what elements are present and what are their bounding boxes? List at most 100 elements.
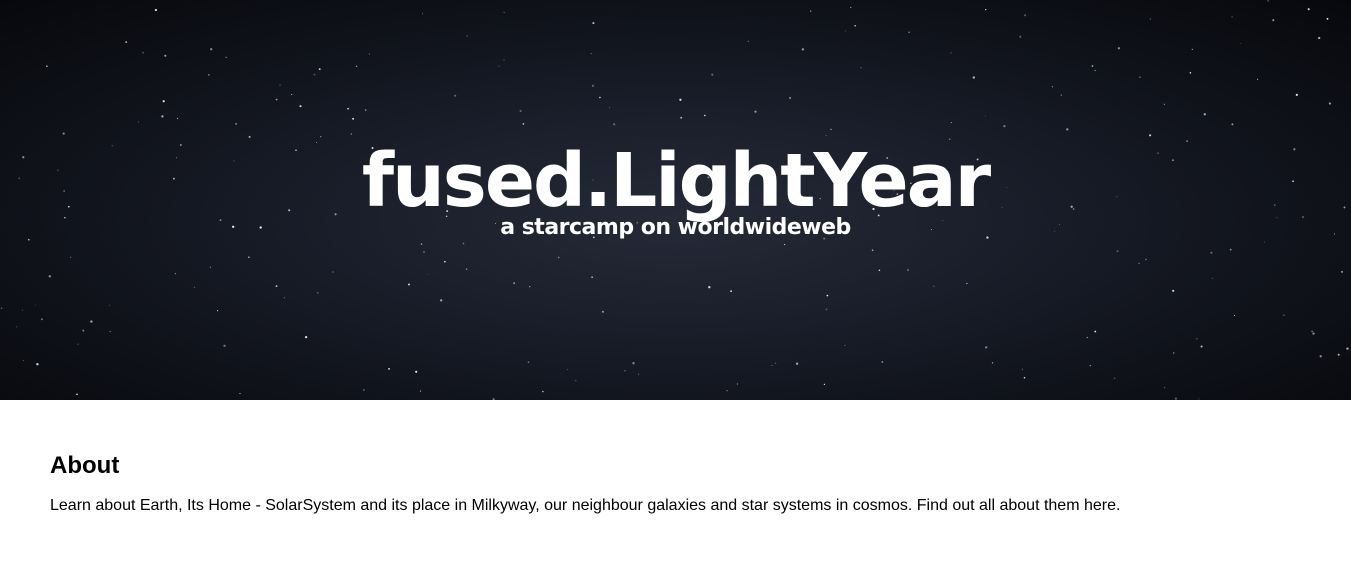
- star: [154, 8, 158, 12]
- star: [109, 304, 111, 306]
- star: [704, 114, 706, 117]
- star: [784, 244, 786, 246]
- star: [90, 320, 93, 323]
- star: [826, 294, 829, 297]
- star: [613, 123, 616, 126]
- star: [513, 282, 515, 284]
- star: [1021, 368, 1023, 370]
- star: [1211, 277, 1213, 279]
- star: [1210, 251, 1213, 254]
- star: [1328, 102, 1332, 105]
- star: [601, 310, 604, 313]
- star: [35, 304, 36, 306]
- star: [1024, 14, 1027, 17]
- star: [527, 361, 530, 363]
- star: [1231, 16, 1233, 18]
- star: [592, 22, 595, 25]
- star: [1019, 35, 1022, 38]
- star: [680, 116, 683, 119]
- star: [109, 330, 111, 333]
- star: [138, 121, 140, 123]
- star: [810, 10, 812, 12]
- star: [1189, 72, 1192, 74]
- star: [1318, 36, 1321, 40]
- star: [415, 370, 418, 373]
- star: [1312, 332, 1315, 335]
- star: [1089, 365, 1091, 367]
- star: [1239, 42, 1241, 44]
- star: [332, 271, 334, 273]
- star: [1267, 0, 1270, 2]
- star: [48, 275, 51, 278]
- star: [355, 65, 358, 68]
- star: [36, 363, 39, 366]
- star: [76, 393, 78, 396]
- star: [871, 249, 874, 251]
- star: [1149, 18, 1151, 20]
- star: [1341, 271, 1343, 273]
- star: [1200, 345, 1203, 348]
- star: [1307, 8, 1310, 11]
- star: [1003, 124, 1006, 128]
- star: [368, 53, 370, 55]
- star: [142, 51, 145, 54]
- star: [1173, 352, 1175, 354]
- star: [1346, 347, 1349, 350]
- star: [440, 299, 443, 302]
- star: [304, 335, 308, 339]
- star: [46, 65, 48, 68]
- star: [788, 96, 792, 100]
- star: [466, 35, 468, 37]
- star: [575, 379, 577, 382]
- star: [844, 344, 846, 347]
- star: [850, 6, 852, 8]
- star: [542, 390, 544, 393]
- star: [209, 266, 211, 268]
- star: [318, 68, 321, 71]
- star: [125, 41, 128, 44]
- star: [1295, 93, 1298, 96]
- star: [408, 283, 410, 286]
- star: [21, 309, 23, 311]
- star: [860, 67, 862, 69]
- star: [420, 243, 423, 245]
- star: [1231, 123, 1234, 126]
- star: [174, 272, 177, 275]
- star: [1066, 128, 1069, 131]
- star: [726, 390, 728, 392]
- star: [217, 310, 219, 312]
- star: [708, 286, 711, 289]
- about-section: About Learn about Earth, Its Home - Sola…: [50, 400, 1301, 516]
- star: [591, 84, 594, 87]
- star: [1091, 65, 1094, 67]
- star: [388, 368, 390, 370]
- star: [82, 329, 85, 332]
- star: [985, 115, 987, 117]
- star: [275, 285, 278, 288]
- star: [950, 52, 952, 54]
- star: [854, 25, 856, 27]
- star: [283, 297, 285, 299]
- star: [801, 48, 805, 51]
- star: [364, 109, 367, 111]
- star: [1023, 376, 1026, 379]
- star: [830, 128, 832, 131]
- star: [823, 383, 826, 386]
- star: [908, 31, 910, 34]
- star: [825, 308, 828, 311]
- star: [291, 93, 293, 96]
- star: [239, 392, 241, 395]
- star: [844, 30, 846, 32]
- site-tagline: a starcamp on worldwideweb: [500, 215, 851, 240]
- star: [164, 54, 167, 57]
- star: [347, 107, 349, 110]
- star: [299, 105, 302, 108]
- star: [248, 256, 250, 259]
- star: [519, 109, 522, 113]
- star: [454, 94, 457, 97]
- star: [711, 73, 714, 76]
- star: [422, 251, 426, 254]
- star: [599, 96, 601, 99]
- star: [503, 59, 505, 61]
- star: [363, 389, 365, 391]
